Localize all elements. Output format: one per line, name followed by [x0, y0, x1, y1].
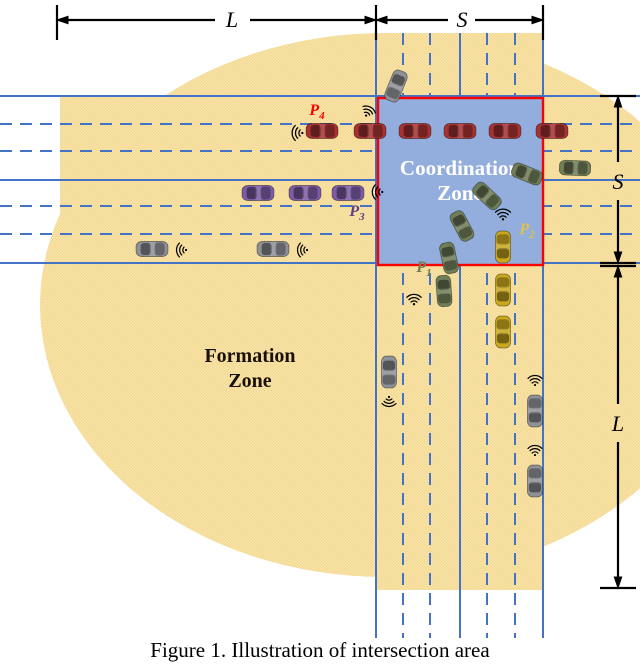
gray-car-south-3: [527, 464, 543, 498]
gray-car-south-2: [527, 394, 543, 428]
dimension-label-L-horizontal: L: [225, 7, 238, 32]
dimension-label-L-vertical: L: [611, 411, 624, 436]
dimension-label-S-horizontal: S: [457, 7, 468, 32]
coordination-zone: Coordination Zone: [376, 96, 545, 267]
intersection-figure: Coordination Zone Formation Zone P4 P3 P…: [0, 0, 640, 668]
coordination-zone-label-line1: Coordination: [400, 156, 521, 180]
gray-car-west-2: [256, 241, 290, 257]
gray-car-west-1: [135, 241, 169, 257]
formation-zone-label-line2: Zone: [228, 370, 271, 392]
figure-caption: Figure 1. Illustration of intersection a…: [150, 638, 490, 662]
gray-car-south-1: [381, 355, 397, 389]
formation-zone-label-line1: Formation: [204, 345, 295, 367]
dimension-label-S-vertical: S: [613, 169, 624, 194]
